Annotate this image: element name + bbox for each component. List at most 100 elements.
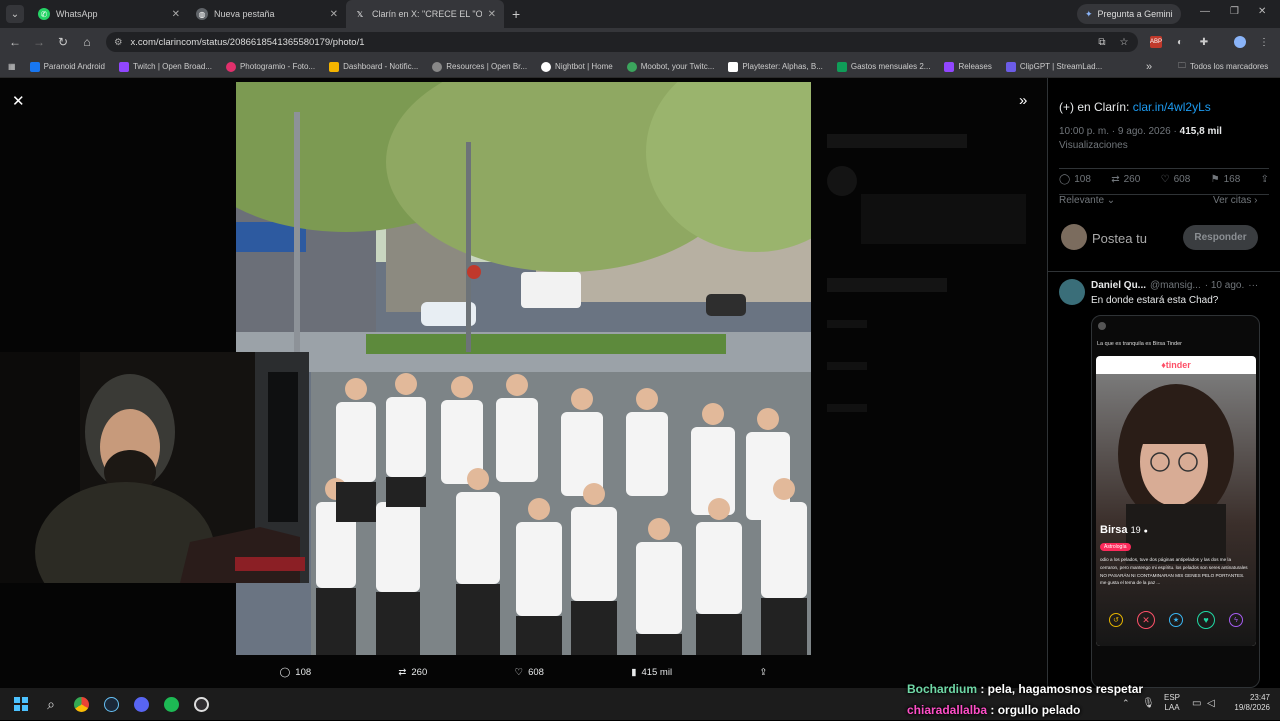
more-options-icon[interactable]: ···: [1248, 280, 1258, 291]
reply-author-handle[interactable]: @mansig...: [1150, 280, 1201, 291]
bookmark-item[interactable]: Paranoid Android: [29, 61, 105, 72]
bookmark-item[interactable]: Gastos mensuales 2...: [836, 61, 930, 72]
bookmark-item[interactable]: Twitch | Open Broad...: [118, 61, 212, 72]
steam-icon[interactable]: [96, 688, 126, 720]
obs-icon: [432, 61, 443, 72]
bookmark-star-icon[interactable]: ☆: [1118, 36, 1130, 48]
bookmark-item[interactable]: Playtester: Alphas, B...: [728, 61, 823, 72]
tweet-photo[interactable]: [236, 82, 811, 655]
bookmark-label: ClipGPT | StreamLad...: [1019, 62, 1103, 71]
tab-title: Nueva pestaña: [214, 9, 275, 19]
bookmark-item[interactable]: Nightbot | Home: [541, 61, 613, 72]
repost-button[interactable]: ⇄ 260: [398, 667, 427, 678]
extensions-puzzle-icon[interactable]: ✚: [1198, 36, 1210, 48]
tweet-promo-text: (+) en Clarín:: [1059, 100, 1133, 114]
site-info-icon[interactable]: ⚙: [114, 37, 123, 48]
apps-grid-icon[interactable]: ▦: [8, 62, 16, 71]
bookmark-button[interactable]: ⚑ 168: [1211, 174, 1241, 185]
reply-input[interactable]: Postea tu: [1092, 231, 1147, 246]
webcam-image: [0, 352, 309, 583]
bookmark-item[interactable]: Dashboard - Notific...: [329, 61, 418, 72]
restore-icon[interactable]: ❐: [1230, 6, 1239, 17]
discord-icon[interactable]: [126, 688, 156, 720]
home-icon[interactable]: ⌂: [75, 35, 99, 49]
nightbot-icon: [541, 61, 552, 72]
views-button[interactable]: ▮ 415 mil: [631, 667, 672, 678]
repost-icon: ⇄: [398, 666, 407, 678]
windows-logo: [14, 697, 28, 711]
spotify-icon[interactable]: [156, 688, 186, 720]
url-text: x.com/clarincom/status/20866185413655801…: [130, 36, 365, 48]
dashboard-icon: [329, 61, 340, 72]
reply-text: En donde estará esta Chad?: [1091, 295, 1219, 306]
like-button[interactable]: ♡ 608: [515, 667, 544, 678]
tab-new-tab[interactable]: ◍ Nueva pestaña ✕: [188, 0, 346, 28]
install-app-icon[interactable]: ⧉: [1096, 36, 1108, 48]
all-bookmarks-button[interactable]: 🗀 Todos los marcadores: [1178, 60, 1268, 74]
like-count: 608: [1173, 174, 1191, 185]
bookmark-item[interactable]: Moobot, your Twitc...: [626, 61, 714, 72]
windows-start-icon[interactable]: [6, 688, 36, 720]
tweet-sidebar: (+) en Clarín: clar.in/4wl2yLs 10:00 p. …: [1047, 78, 1280, 688]
sort-dropdown[interactable]: Relevante ⌄: [1059, 195, 1115, 206]
bookmark-label: Resources | Open Br...: [446, 62, 528, 71]
language-indicator[interactable]: ESP LAA: [1164, 693, 1180, 713]
profile-avatar[interactable]: [1234, 36, 1246, 48]
tab-whatsapp[interactable]: ✆ WhatsApp ✕: [30, 0, 188, 28]
tab-search-icon[interactable]: ⌄: [6, 5, 24, 23]
repost-button[interactable]: ⇄ 260: [1111, 174, 1140, 185]
tweet-view-count: 415,8 mil: [1179, 126, 1222, 137]
bookmark-item[interactable]: Resources | Open Br...: [432, 61, 528, 72]
obs-icon[interactable]: [186, 688, 216, 720]
bookmark-item[interactable]: Releases: [944, 61, 992, 72]
extension-icon[interactable]: ◐: [1174, 36, 1186, 48]
close-tab-icon[interactable]: ✕: [330, 9, 338, 20]
chat-text: : pela, hagamosnos respetar: [977, 682, 1144, 696]
back-icon[interactable]: ←: [3, 35, 27, 49]
share-icon[interactable]: ⇪: [1261, 174, 1269, 185]
tweet-link[interactable]: clar.in/4wl2yLs: [1133, 100, 1211, 114]
app-name: tinder: [1165, 360, 1191, 370]
adblock-icon[interactable]: ABP: [1150, 36, 1162, 48]
sort-label: Relevante: [1059, 195, 1105, 206]
avatar[interactable]: [1059, 279, 1085, 305]
new-tab-button[interactable]: +: [512, 6, 520, 22]
expand-sidebar-icon[interactable]: »: [1019, 92, 1027, 109]
bookmark-label: Nightbot | Home: [555, 62, 613, 71]
reply-attached-image[interactable]: La que es tranquila es Birsa Tinder ♦ tin…: [1091, 315, 1260, 688]
tab-clarin[interactable]: 𝕏 Clarín en X: "CRECE EL "ORGULLO" ✕: [346, 0, 504, 28]
search-icon[interactable]: ⌕: [36, 688, 66, 720]
network-icon[interactable]: ▭: [1192, 698, 1201, 709]
repost-count: 260: [411, 666, 428, 678]
reply-button[interactable]: ◯ 108: [280, 667, 312, 678]
profile-name: Birsa: [1100, 524, 1128, 536]
reply-button[interactable]: ◯ 108: [1059, 174, 1091, 185]
reply-date[interactable]: · 10 ago.: [1205, 280, 1244, 291]
tab-bar: ⌄ ✆ WhatsApp ✕ ◍ Nueva pestaña ✕ 𝕏 Clarí…: [0, 0, 1280, 28]
address-bar[interactable]: ⚙ x.com/clarincom/status/208661854136558…: [106, 32, 1138, 52]
reply-author-name[interactable]: Daniel Qu...: [1091, 280, 1146, 291]
reply-submit-button[interactable]: Responder: [1183, 225, 1258, 250]
reply-icon: ◯: [1059, 174, 1071, 185]
close-tab-icon[interactable]: ✕: [172, 9, 180, 20]
bookmark-item[interactable]: ClipGPT | StreamLad...: [1005, 61, 1103, 72]
clock[interactable]: 23:47 19/8/2026: [1226, 693, 1270, 713]
tweet-timestamp[interactable]: 10:00 p. m. · 9 ago. 2026 ·: [1059, 126, 1180, 137]
forward-icon[interactable]: →: [27, 35, 51, 49]
reload-icon[interactable]: ↻: [51, 35, 75, 49]
like-button[interactable]: ♡ 608: [1161, 174, 1191, 185]
bookmark-item[interactable]: Photogramio - Foto...: [225, 61, 315, 72]
microphone-icon[interactable]: 🎙: [1142, 698, 1155, 709]
close-tab-icon[interactable]: ✕: [488, 9, 496, 20]
close-photo-icon[interactable]: ✕: [12, 92, 25, 110]
close-window-icon[interactable]: ✕: [1258, 6, 1266, 17]
view-quotes-link[interactable]: Ver citas ›: [1213, 195, 1257, 206]
minimize-icon[interactable]: —: [1200, 6, 1210, 17]
chrome-icon[interactable]: [66, 688, 96, 720]
tab-title: Clarín en X: "CRECE EL "ORGULLO": [372, 9, 482, 19]
share-button[interactable]: ⇪: [759, 667, 767, 678]
volume-icon[interactable]: ◁: [1207, 698, 1215, 709]
bookmarks-overflow-button[interactable]: »: [1146, 61, 1152, 73]
gemini-button[interactable]: ✦ Pregunta a Gemini: [1077, 4, 1181, 24]
menu-dots-icon[interactable]: ⋮: [1258, 36, 1270, 48]
